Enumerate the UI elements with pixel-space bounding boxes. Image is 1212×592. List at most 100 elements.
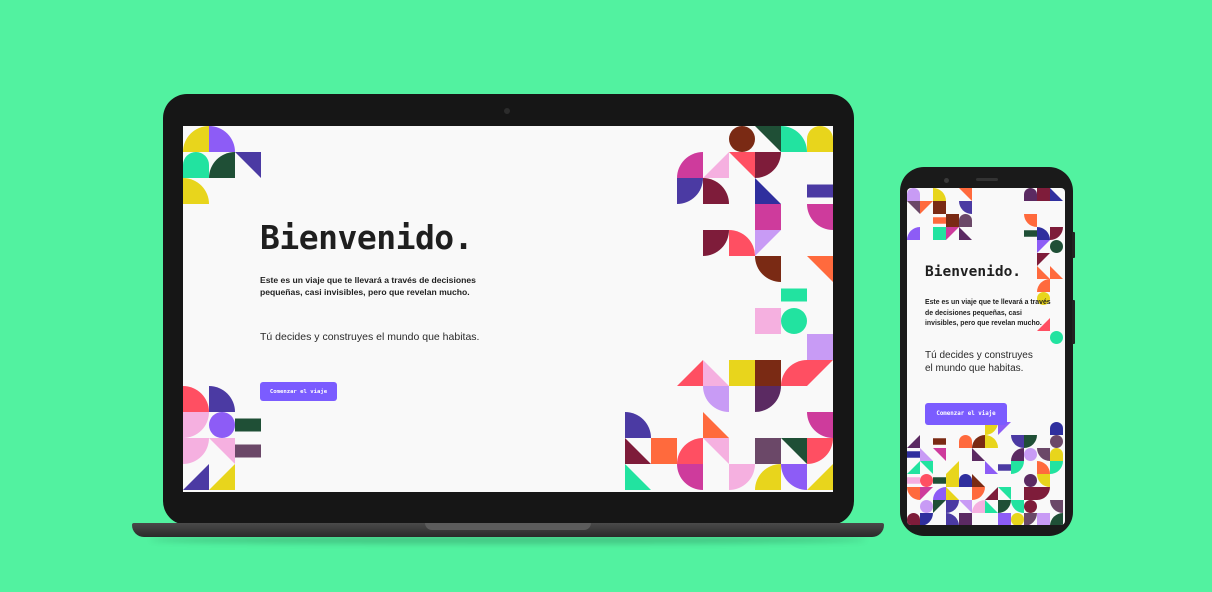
pattern-tile (933, 477, 946, 484)
pattern-tile (959, 513, 972, 525)
pattern-tile (183, 412, 209, 438)
pattern-tile (807, 464, 833, 490)
pattern-tile (933, 188, 946, 201)
pattern-tile (1024, 474, 1037, 487)
pattern-tile (755, 178, 781, 204)
pattern-tile (703, 178, 729, 204)
pattern-tile (920, 448, 933, 461)
pattern-tile (807, 204, 833, 230)
pattern-tile (1050, 240, 1063, 253)
pattern-tile (807, 334, 833, 360)
pattern-tile (703, 386, 729, 412)
pattern-tile (677, 178, 703, 204)
pattern-tile (907, 487, 920, 500)
pattern-tile (1050, 227, 1063, 240)
pattern-tile (209, 412, 235, 438)
pattern-tile (807, 126, 833, 152)
pattern-tile (755, 464, 781, 490)
pattern-tile (920, 474, 933, 487)
pattern-tile (755, 386, 781, 412)
intro-text: Este es un viaje que te llevará a través… (260, 275, 476, 297)
pattern-tile (703, 412, 729, 438)
pattern-tile (807, 256, 833, 282)
laptop-screen: Bienvenido. Este es un viaje que te llev… (183, 126, 833, 492)
pattern-tile (807, 360, 833, 386)
laptop-pattern (183, 126, 833, 490)
pattern-tile (1011, 461, 1024, 474)
pattern-tile (1024, 448, 1037, 461)
pattern-tile (677, 360, 703, 386)
pattern-tile (1037, 240, 1050, 253)
pattern-tile (625, 412, 651, 438)
pattern-tile (755, 308, 781, 334)
pattern-tile (703, 152, 729, 178)
pattern-tile (946, 500, 959, 513)
pattern-tile (920, 461, 933, 474)
pattern-tile (755, 126, 781, 152)
pattern-tile (907, 201, 920, 214)
pattern-tile (998, 487, 1011, 500)
laptop-shadow (150, 536, 866, 544)
tagline-text-mobile: Tú decides y construyes el mundo que hab… (925, 350, 1033, 374)
pattern-tile (235, 444, 261, 458)
pattern-tile (1037, 266, 1050, 279)
pattern-tile (920, 487, 933, 500)
pattern-tile (946, 487, 959, 500)
pattern-tile (183, 152, 209, 178)
pattern-tile (755, 204, 781, 230)
pattern-tile (1050, 266, 1063, 279)
pattern-tile (985, 461, 998, 474)
pattern-tile (1024, 188, 1037, 201)
pattern-tile (651, 438, 677, 464)
pattern-tile (907, 461, 920, 474)
pattern-tile (729, 360, 755, 386)
pattern-tile (933, 201, 946, 214)
pattern-tile (677, 438, 703, 464)
start-journey-button-mobile[interactable]: Comenzar el viaje (925, 403, 1007, 425)
pattern-tile (807, 184, 833, 198)
pattern-tile (907, 513, 920, 525)
pattern-tile (1024, 214, 1037, 227)
pattern-tile (985, 500, 998, 513)
pattern-tile (985, 435, 998, 448)
pattern-tile (972, 487, 985, 500)
pattern-tile (755, 438, 781, 464)
pattern-tile (183, 464, 209, 490)
pattern-tile (625, 438, 651, 464)
pattern-tile (755, 360, 781, 386)
pattern-tile (959, 435, 972, 448)
pattern-tile (183, 438, 209, 464)
pattern-tile (781, 308, 807, 334)
pattern-tile (959, 474, 972, 487)
laptop-camera (504, 108, 510, 114)
pattern-tile (933, 487, 946, 500)
pattern-tile (946, 461, 959, 474)
pattern-tile (933, 217, 946, 224)
pattern-tile (907, 477, 920, 484)
pattern-tile (183, 126, 209, 152)
pattern-tile (781, 288, 807, 302)
pattern-tile (1037, 513, 1050, 525)
pattern-tile (1050, 461, 1063, 474)
page-title: Bienvenido. (260, 218, 474, 257)
pattern-tile (729, 464, 755, 490)
pattern-tile (703, 230, 729, 256)
pattern-tile (1037, 448, 1050, 461)
pattern-tile (677, 152, 703, 178)
pattern-tile (907, 435, 920, 448)
pattern-tile (1024, 435, 1037, 448)
pattern-tile (998, 500, 1011, 513)
pattern-tile (1024, 230, 1037, 237)
pattern-tile (907, 227, 920, 240)
pattern-tile (781, 464, 807, 490)
pattern-tile (1050, 435, 1063, 448)
start-journey-button[interactable]: Comenzar el viaje (260, 382, 337, 401)
pattern-tile (1050, 188, 1063, 201)
page-title-mobile: Bienvenido. (925, 264, 1022, 280)
pattern-tile (1050, 331, 1063, 344)
pattern-tile (933, 438, 946, 445)
pattern-tile (933, 500, 946, 513)
pattern-tile (1011, 500, 1024, 513)
pattern-tile (1024, 487, 1037, 500)
phone-camera (944, 178, 949, 183)
